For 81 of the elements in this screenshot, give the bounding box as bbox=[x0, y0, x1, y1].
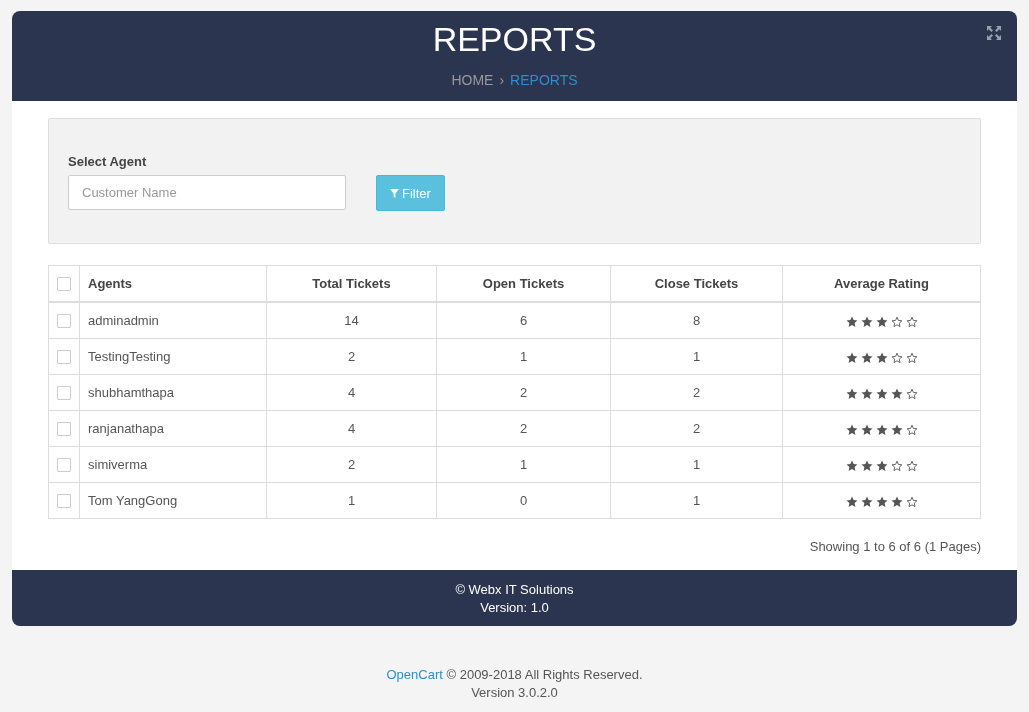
filled-star-icon bbox=[875, 387, 888, 400]
copyright-text: © Webx IT Solutions bbox=[454, 581, 575, 599]
empty-star-icon bbox=[890, 459, 903, 472]
table-cell: 8 bbox=[610, 302, 783, 339]
select-all-checkbox[interactable] bbox=[57, 277, 71, 292]
table-cell: 4 bbox=[266, 374, 437, 411]
table-cell: 2 bbox=[266, 338, 437, 375]
column-header: Close Tickets bbox=[610, 265, 783, 302]
column-header: Total Tickets bbox=[266, 265, 437, 302]
version-text: Version: 1.0 bbox=[479, 599, 550, 617]
filled-star-icon bbox=[860, 459, 873, 472]
version-text: Version 3.0.2.0 bbox=[470, 684, 559, 702]
column-header: Average Rating bbox=[782, 265, 981, 302]
copyright-text: © 2009-2018 All Rights Reserved. bbox=[446, 667, 643, 682]
page-title: REPORTS bbox=[432, 19, 597, 57]
filled-star-icon bbox=[890, 423, 903, 436]
filled-star-icon bbox=[860, 315, 873, 328]
filled-star-icon bbox=[845, 459, 858, 472]
table-cell: 1 bbox=[436, 338, 611, 375]
filled-star-icon bbox=[860, 351, 873, 364]
breadcrumb-link[interactable]: REPORTS bbox=[510, 72, 578, 88]
table-cell: 14 bbox=[266, 302, 437, 339]
row-checkbox[interactable] bbox=[57, 350, 71, 365]
table-cell: TestingTesting bbox=[79, 338, 267, 375]
filled-star-icon bbox=[860, 387, 873, 400]
row-checkbox[interactable] bbox=[57, 314, 71, 329]
filled-star-icon bbox=[845, 495, 858, 508]
filter-button[interactable]: Filter bbox=[376, 175, 445, 211]
customer-name-field[interactable]: Customer Name bbox=[68, 175, 346, 210]
row-checkbox[interactable] bbox=[57, 422, 71, 437]
empty-star-icon bbox=[905, 315, 918, 328]
table-cell: 2 bbox=[436, 374, 611, 411]
table-cell: shubhamthapa bbox=[79, 374, 267, 411]
breadcrumb-separator: › bbox=[499, 72, 505, 88]
row-checkbox[interactable] bbox=[57, 458, 71, 473]
filled-star-icon bbox=[890, 495, 903, 508]
table-cell: 2 bbox=[266, 446, 437, 483]
filled-star-icon bbox=[875, 495, 888, 508]
filled-star-icon bbox=[875, 423, 888, 436]
expand-icon[interactable] bbox=[986, 25, 1002, 41]
table-cell: 2 bbox=[610, 374, 783, 411]
filled-star-icon bbox=[890, 387, 903, 400]
filter-icon bbox=[390, 188, 399, 198]
empty-star-icon bbox=[890, 315, 903, 328]
filled-star-icon bbox=[875, 351, 888, 364]
empty-star-icon bbox=[890, 351, 903, 364]
filled-star-icon bbox=[860, 495, 873, 508]
table-cell: 4 bbox=[266, 410, 437, 447]
empty-star-icon bbox=[905, 459, 918, 472]
table-cell: 2 bbox=[436, 410, 611, 447]
table-cell: 1 bbox=[436, 446, 611, 483]
filled-star-icon bbox=[845, 315, 858, 328]
pagination-text: Showing 1 to 6 of 6 (1 Pages) bbox=[808, 539, 981, 554]
table-cell: 1 bbox=[266, 482, 437, 519]
breadcrumb-link[interactable]: HOME bbox=[451, 72, 494, 88]
filled-star-icon bbox=[845, 351, 858, 364]
row-checkbox[interactable] bbox=[57, 494, 71, 509]
empty-star-icon bbox=[905, 351, 918, 364]
filled-star-icon bbox=[875, 459, 888, 472]
table-cell: 6 bbox=[436, 302, 611, 339]
column-header: Agents bbox=[79, 265, 267, 302]
empty-star-icon bbox=[905, 387, 918, 400]
table-cell: adminadmin bbox=[79, 302, 267, 339]
table-cell: 0 bbox=[436, 482, 611, 519]
filled-star-icon bbox=[845, 423, 858, 436]
empty-star-icon bbox=[905, 423, 918, 436]
filled-star-icon bbox=[845, 387, 858, 400]
table-cell: simiverma bbox=[79, 446, 267, 483]
table-cell: 2 bbox=[610, 410, 783, 447]
table-cell: ranjanathapa bbox=[79, 410, 267, 447]
table-cell: 1 bbox=[610, 446, 783, 483]
empty-star-icon bbox=[905, 495, 918, 508]
opencart-link[interactable]: OpenCart bbox=[386, 667, 443, 682]
filled-star-icon bbox=[875, 315, 888, 328]
table-cell: 1 bbox=[610, 338, 783, 375]
filled-star-icon bbox=[860, 423, 873, 436]
field-label: Select Agent bbox=[68, 154, 148, 169]
column-header: Open Tickets bbox=[436, 265, 611, 302]
row-checkbox[interactable] bbox=[57, 386, 71, 401]
table-cell: Tom YangGong bbox=[79, 482, 267, 519]
table-cell: 1 bbox=[610, 482, 783, 519]
